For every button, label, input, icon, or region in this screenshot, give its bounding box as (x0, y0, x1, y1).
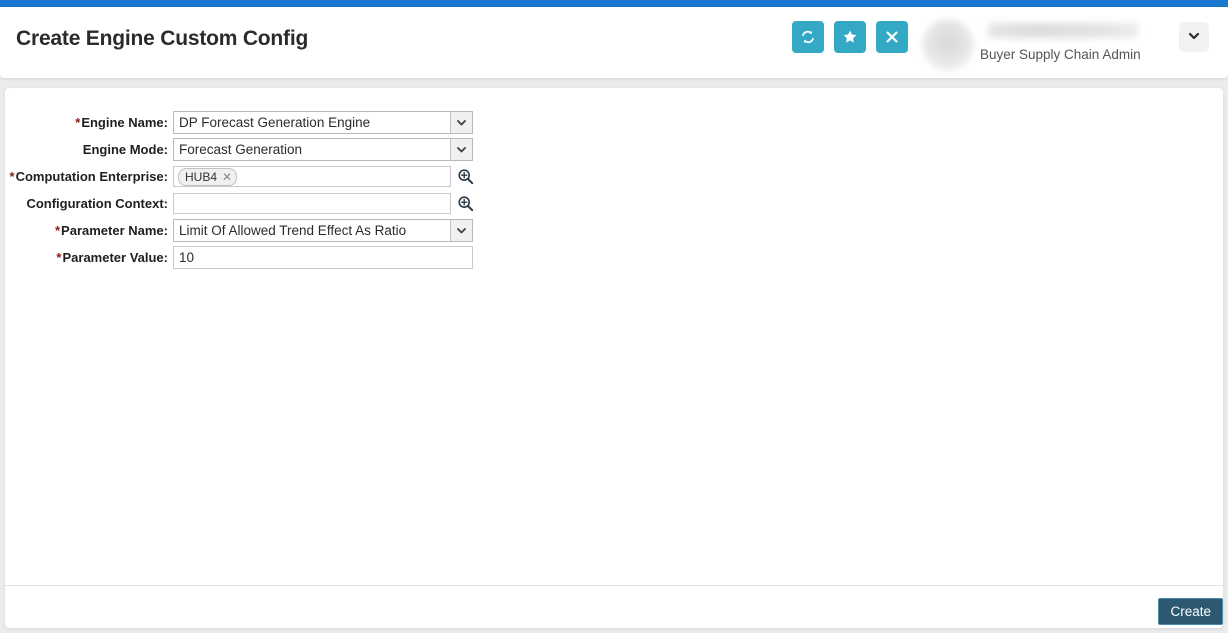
control-parameter-value: 10 (173, 246, 473, 269)
label-engine-mode: Engine Mode: (82, 142, 168, 157)
header-action-group (792, 21, 908, 53)
label-parameter-value: *Parameter Value: (56, 250, 168, 265)
label-configuration-context: Configuration Context: (26, 196, 168, 211)
close-button[interactable] (876, 21, 908, 53)
required-marker: * (56, 250, 62, 265)
control-engine-name: DP Forecast Generation Engine (173, 111, 473, 134)
label-engine-name: *Engine Name: (75, 115, 168, 130)
control-configuration-context (173, 193, 474, 214)
engine-mode-select[interactable]: Forecast Generation (173, 138, 473, 161)
required-marker: * (75, 115, 81, 130)
user-role-label: Buyer Supply Chain Admin (980, 47, 1141, 62)
parameter-value-input[interactable]: 10 (173, 246, 473, 269)
page-header: Create Engine Custom Config Buyer Supply… (0, 7, 1228, 78)
user-menu[interactable]: Buyer Supply Chain Admin (918, 15, 1158, 73)
form-row-parameter-value: *Parameter Value: 10 (5, 245, 1223, 270)
control-computation-enterprise: HUB4 ✕ (173, 166, 474, 187)
control-engine-mode: Forecast Generation (173, 138, 473, 161)
form-row-parameter-name: *Parameter Name: Limit Of Allowed Trend … (5, 218, 1223, 243)
refresh-icon (800, 29, 816, 45)
refresh-button[interactable] (792, 21, 824, 53)
parameter-name-select[interactable]: Limit Of Allowed Trend Effect As Ratio (173, 219, 473, 242)
engine-name-value: DP Forecast Generation Engine (179, 115, 371, 130)
engine-mode-value: Forecast Generation (179, 142, 303, 157)
chevron-down-icon (1187, 29, 1201, 46)
required-marker: * (54, 223, 61, 238)
form-row-engine-mode: Engine Mode: Forecast Generation (5, 137, 1223, 162)
form-row-computation-enterprise: *Computation Enterprise: HUB4 ✕ (5, 164, 1223, 189)
control-parameter-name: Limit Of Allowed Trend Effect As Ratio (173, 219, 473, 242)
create-button[interactable]: Create (1158, 598, 1223, 625)
form-row-engine-name: *Engine Name: DP Forecast Generation Eng… (5, 110, 1223, 135)
required-marker: * (9, 169, 15, 184)
user-name-redacted (988, 23, 1138, 38)
engine-name-select[interactable]: DP Forecast Generation Engine (173, 111, 473, 134)
footer-divider (5, 585, 1223, 586)
user-menu-toggle[interactable] (1179, 22, 1209, 52)
token-label: HUB4 (185, 169, 218, 184)
engine-custom-config-form: *Engine Name: DP Forecast Generation Eng… (5, 110, 1223, 270)
avatar (922, 19, 974, 71)
form-panel: *Engine Name: DP Forecast Generation Eng… (5, 88, 1223, 628)
token-chip[interactable]: HUB4 ✕ (178, 167, 238, 186)
close-icon (885, 30, 899, 44)
chevron-down-icon[interactable] (450, 220, 472, 241)
computation-enterprise-input[interactable]: HUB4 ✕ (173, 166, 451, 187)
computation-enterprise-search-icon[interactable] (457, 168, 474, 185)
parameter-name-value: Limit Of Allowed Trend Effect As Ratio (179, 223, 407, 238)
page-title: Create Engine Custom Config (16, 27, 309, 50)
chevron-down-icon[interactable] (450, 139, 472, 160)
configuration-context-search-icon[interactable] (457, 195, 474, 212)
token-remove-icon[interactable]: ✕ (222, 171, 232, 183)
favorite-button[interactable] (834, 21, 866, 53)
form-row-configuration-context: Configuration Context: (5, 191, 1223, 216)
star-icon (842, 29, 858, 45)
top-accent-bar (0, 0, 1228, 7)
label-computation-enterprise: *Computation Enterprise: (9, 169, 168, 184)
chevron-down-icon[interactable] (450, 112, 472, 133)
label-parameter-name: *Parameter Name: (54, 223, 168, 238)
configuration-context-input[interactable] (173, 193, 451, 214)
